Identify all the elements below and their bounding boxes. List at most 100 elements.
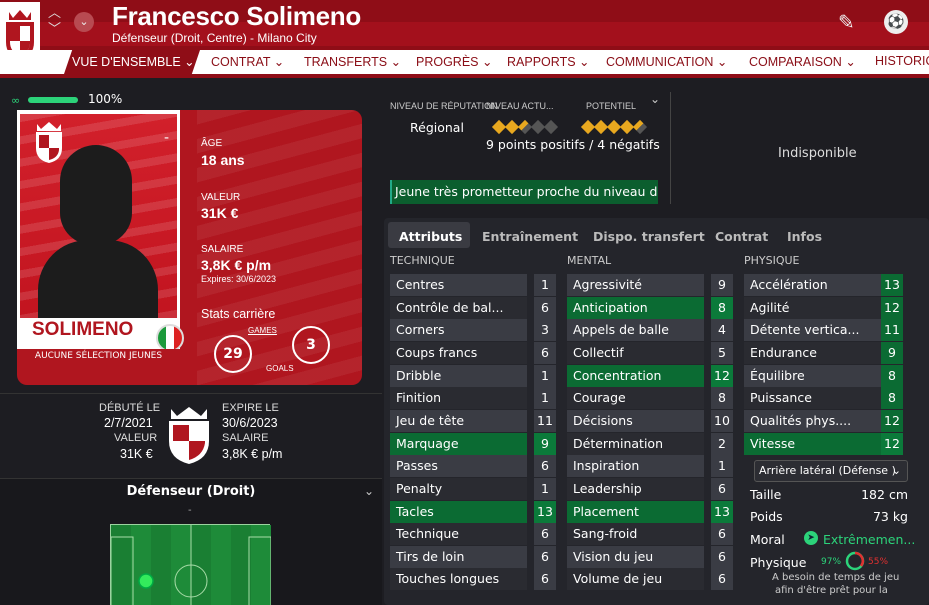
physique-attribute-row[interactable]: Accélération 13 xyxy=(744,274,903,296)
mental-attribute-row[interactable]: Sang-froid 6 xyxy=(567,523,733,546)
mental-attribute-row[interactable]: Agressivité 9 xyxy=(567,274,733,296)
mental-attribute-row[interactable]: Collectif 5 xyxy=(567,341,733,364)
down-arrow-icon[interactable]: ﹀ xyxy=(48,22,72,38)
nav-item-reports[interactable]: RAPPORTS ⌄ xyxy=(507,54,590,69)
nav-underline xyxy=(0,74,929,78)
mental-attribute-name: Courage xyxy=(567,387,704,410)
value-value: 31K € xyxy=(201,205,239,221)
technique-attribute-name: Technique xyxy=(390,523,527,546)
fitness-label: Physique xyxy=(750,555,807,570)
tab-contract[interactable]: Contrat xyxy=(715,229,768,244)
technique-attribute-row[interactable]: Passes 6 xyxy=(390,455,556,478)
nav-item-overview[interactable]: VUE D'ENSEMBLE ⌄ xyxy=(72,54,195,69)
club-crest-small xyxy=(32,120,66,164)
mental-attribute-row[interactable]: Courage 8 xyxy=(567,387,733,410)
mental-attribute-row[interactable]: Volume de jeu 6 xyxy=(567,568,733,591)
technique-attribute-row[interactable]: Contrôle de bal... 6 xyxy=(390,296,556,319)
up-arrow-icon[interactable]: ︿ xyxy=(48,6,72,22)
technique-attribute-value: 1 xyxy=(534,477,556,500)
physique-attribute-name: Puissance xyxy=(744,387,881,410)
mental-attribute-name: Vision du jeu xyxy=(567,545,704,568)
physique-attribute-name: Qualités phys.... xyxy=(744,409,881,432)
technique-attribute-row[interactable]: Corners 3 xyxy=(390,319,556,342)
technique-attribute-value: 6 xyxy=(534,523,556,546)
height-value: 182 cm xyxy=(861,487,908,502)
weight-value: 73 kg xyxy=(872,509,908,524)
technique-attribute-row[interactable]: Centres 1 xyxy=(390,274,556,296)
position-chevron-icon[interactable]: ⌄ xyxy=(364,484,374,498)
physique-heading: PHYSIQUE xyxy=(744,254,800,267)
edit-pencil-icon[interactable]: ✎ xyxy=(838,10,858,34)
mental-attribute-row[interactable]: Concentration 12 xyxy=(567,364,733,387)
physique-attribute-row[interactable]: Puissance 8 xyxy=(744,387,903,410)
divider xyxy=(0,393,382,394)
mental-attribute-value: 6 xyxy=(711,477,733,500)
physique-attribute-row[interactable]: Vitesse 12 xyxy=(744,432,903,455)
physique-attribute-name: Agilité xyxy=(744,296,881,319)
weight-label: Poids xyxy=(750,509,783,524)
mental-attribute-row[interactable]: Leadership 6 xyxy=(567,477,733,500)
mental-attribute-value: 8 xyxy=(711,296,733,319)
technique-attribute-row[interactable]: Jeu de tête 11 xyxy=(390,409,556,432)
football-icon[interactable]: ⚽ xyxy=(884,10,908,34)
nav-item-history[interactable]: HISTORIQ xyxy=(875,54,929,68)
tab-attributes[interactable]: Attributs xyxy=(399,229,462,244)
star-icon xyxy=(543,119,559,135)
goals-circle: 3 xyxy=(292,326,330,364)
technique-attribute-row[interactable]: Marquage 9 xyxy=(390,432,556,455)
mental-attribute-row[interactable]: Détermination 2 xyxy=(567,432,733,455)
nav-item-progress[interactable]: PROGRÈS ⌄ xyxy=(416,54,492,69)
mental-attribute-row[interactable]: Vision du jeu 6 xyxy=(567,545,733,568)
technique-attribute-row[interactable]: Tacles 13 xyxy=(390,500,556,523)
technique-attribute-row[interactable]: Touches longues 6 xyxy=(390,568,556,591)
technique-attribute-name: Touches longues xyxy=(390,568,527,591)
contract-salary-value: 3,8K € p/m xyxy=(222,447,283,461)
tab-info[interactable]: Infos xyxy=(787,229,822,244)
tab-transfer-availability[interactable]: Dispo. transfert xyxy=(593,229,705,244)
mental-attribute-name: Leadership xyxy=(567,477,704,500)
physique-attribute-value: 8 xyxy=(881,364,903,387)
mental-attribute-name: Inspiration xyxy=(567,455,704,478)
physique-attribute-value: 12 xyxy=(881,432,903,455)
technique-attribute-name: Corners xyxy=(390,319,527,342)
mental-attribute-name: Collectif xyxy=(567,341,704,364)
condition-icon: ∞ xyxy=(11,94,21,107)
reputation-chevron-icon[interactable]: ⌄ xyxy=(650,92,660,106)
physique-attribute-row[interactable]: Équilibre 8 xyxy=(744,364,903,387)
role-dropdown[interactable]: Arrière latéral (Défense ) ⌄ xyxy=(754,460,908,482)
tab-training[interactable]: Entraînement xyxy=(482,229,578,244)
reputation-points: 9 points positifs / 4 négatifs xyxy=(486,137,660,152)
physique-attribute-row[interactable]: Qualités phys.... 12 xyxy=(744,409,903,432)
nav-item-contract[interactable]: CONTRAT ⌄ xyxy=(211,54,284,69)
technique-attribute-row[interactable]: Dribble 1 xyxy=(390,364,556,387)
mental-attribute-row[interactable]: Anticipation 8 xyxy=(567,296,733,319)
nav-item-transfers[interactable]: TRANSFERTS ⌄ xyxy=(304,54,401,69)
technique-attribute-row[interactable]: Coups francs 6 xyxy=(390,341,556,364)
technique-attribute-row[interactable]: Technique 6 xyxy=(390,523,556,546)
physique-attribute-row[interactable]: Agilité 12 xyxy=(744,296,903,319)
nav-item-communication[interactable]: COMMUNICATION ⌄ xyxy=(606,54,727,69)
mental-attribute-row[interactable]: Appels de balle 4 xyxy=(567,319,733,342)
mental-attribute-value: 10 xyxy=(711,409,733,432)
prev-next-arrows[interactable]: ︿ ﹀ xyxy=(48,6,72,42)
technique-attribute-row[interactable]: Tirs de loin 6 xyxy=(390,545,556,568)
technique-attribute-row[interactable]: Penalty 1 xyxy=(390,477,556,500)
mental-attribute-value: 1 xyxy=(711,455,733,478)
physique-attribute-row[interactable]: Détente vertica... 11 xyxy=(744,319,903,342)
player-menu-chevron-icon[interactable]: ⌄ xyxy=(74,12,94,32)
position-title: Défenseur (Droit) xyxy=(126,484,256,499)
games-label: GAMES xyxy=(248,326,277,335)
physique-attribute-value: 8 xyxy=(881,387,903,410)
mental-attribute-row[interactable]: Décisions 10 xyxy=(567,409,733,432)
role-chevron-icon: ⌄ xyxy=(891,464,901,477)
nav-item-comparison[interactable]: COMPARAISON ⌄ xyxy=(749,54,856,69)
physique-attribute-name: Détente vertica... xyxy=(744,319,881,342)
fitness-note-1: A besoin de temps de jeu xyxy=(772,572,900,583)
physique-attribute-value: 12 xyxy=(881,296,903,319)
mental-attribute-row[interactable]: Inspiration 1 xyxy=(567,455,733,478)
contract-value-value: 31K € xyxy=(120,447,153,461)
scout-message[interactable]: Jeune très prometteur proche du niveau d… xyxy=(390,180,658,204)
mental-attribute-row[interactable]: Placement 13 xyxy=(567,500,733,523)
technique-attribute-row[interactable]: Finition 1 xyxy=(390,387,556,410)
physique-attribute-row[interactable]: Endurance 9 xyxy=(744,341,903,364)
